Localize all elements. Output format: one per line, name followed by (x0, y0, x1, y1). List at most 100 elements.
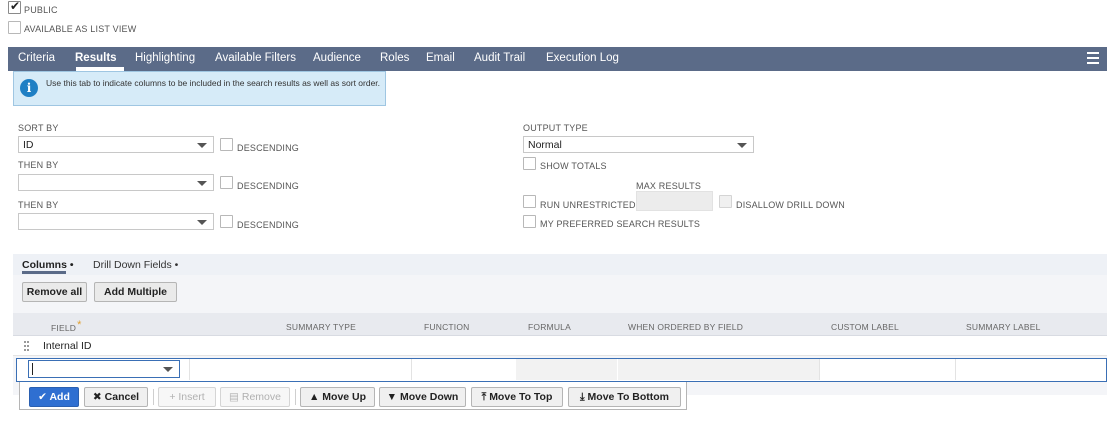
move-to-bottom-button[interactable]: ⤓ Move To Bottom (568, 387, 681, 407)
move-up-label: Move Up (322, 391, 367, 403)
descending-label: DESCENDING (237, 143, 300, 153)
then-by-1-descending-checkbox[interactable] (220, 176, 233, 189)
divider (295, 389, 296, 405)
divider (153, 389, 154, 405)
subtab-columns[interactable]: Columns • (22, 259, 74, 271)
edit-cell-summary-label[interactable] (955, 359, 1105, 380)
col-function: FUNCTION (424, 322, 470, 332)
edit-cell-when-ordered[interactable] (617, 359, 819, 380)
preferred-results-label: MY PREFERRED SEARCH RESULTS (540, 219, 701, 229)
output-type-select[interactable]: Normal (523, 136, 754, 153)
run-unrestricted-label: RUN UNRESTRICTED (540, 200, 636, 210)
chevron-down-icon (197, 220, 207, 225)
close-icon: ✖ (92, 391, 102, 403)
insert-label: Insert (178, 391, 205, 403)
list-view-label: AVAILABLE AS LIST VIEW (24, 24, 137, 34)
then-by-select-2[interactable] (18, 213, 214, 230)
trash-icon: ▤ (229, 391, 239, 403)
column-header-row: FIELD* SUMMARY TYPE FUNCTION FORMULA WHE… (13, 313, 1107, 336)
sublist-tabs: Columns • Drill Down Fields • (13, 254, 1107, 275)
cancel-button[interactable]: ✖ Cancel (84, 387, 148, 407)
output-type-value: Normal (528, 139, 562, 151)
sort-by-descending-checkbox[interactable] (220, 138, 233, 151)
info-box: i Use this tab to indicate columns to be… (13, 71, 386, 106)
add-button[interactable]: ✔ Add (29, 387, 79, 407)
then-by-select-1[interactable] (18, 174, 214, 191)
descending-label: DESCENDING (237, 220, 300, 230)
move-to-top-label: Move To Top (489, 391, 553, 403)
plus-icon: + (169, 391, 176, 403)
edit-cell-function[interactable] (411, 359, 515, 380)
add-multiple-button[interactable]: Add Multiple (94, 282, 177, 302)
then-by-2-descending-checkbox[interactable] (220, 215, 233, 228)
edit-cell-formula[interactable] (515, 359, 617, 380)
then-by-label: THEN BY (18, 200, 59, 210)
chevron-down-icon (163, 367, 173, 372)
text-caret (32, 363, 33, 375)
subtab-drill-down-fields[interactable]: Drill Down Fields • (93, 259, 178, 271)
table-row[interactable]: Internal ID (13, 336, 1107, 356)
row-field-value: Internal ID (43, 340, 92, 352)
menu-icon[interactable] (1087, 52, 1099, 64)
check-icon: ✔ (38, 391, 47, 403)
sort-by-select[interactable]: ID (18, 136, 214, 153)
col-custom-label: CUSTOM LABEL (831, 322, 899, 332)
chevron-down-icon (197, 143, 207, 148)
tab-criteria[interactable]: Criteria (18, 52, 55, 64)
tab-results[interactable]: Results (75, 52, 117, 64)
col-formula: FORMULA (528, 322, 571, 332)
descending-label: DESCENDING (237, 181, 300, 191)
move-down-label: Move Down (399, 391, 459, 403)
sort-by-label: SORT BY (18, 123, 59, 133)
tab-audit-trail[interactable]: Audit Trail (474, 52, 525, 64)
list-view-checkbox[interactable] (8, 21, 21, 34)
insert-button[interactable]: + Insert (158, 387, 216, 407)
then-by-label: THEN BY (18, 160, 59, 170)
remove-label: Remove (241, 391, 281, 403)
preferred-results-checkbox[interactable] (523, 215, 536, 228)
field-select[interactable] (28, 360, 180, 378)
disallow-drill-down-label: DISALLOW DRILL DOWN (736, 200, 845, 210)
required-icon: * (77, 319, 82, 331)
drag-handle-icon[interactable] (24, 341, 29, 351)
remove-all-button[interactable]: Remove all (22, 282, 87, 302)
tab-available-filters[interactable]: Available Filters (215, 52, 296, 64)
sort-by-value: ID (23, 139, 34, 151)
max-results-input[interactable] (636, 191, 713, 211)
arrow-down-icon: ▼ (386, 391, 398, 403)
col-when-ordered-by-field: WHEN ORDERED BY FIELD (628, 322, 744, 332)
tab-email[interactable]: Email (426, 52, 455, 64)
show-totals-label: SHOW TOTALS (540, 161, 607, 171)
cancel-label: Cancel (104, 391, 140, 403)
col-summary-type: SUMMARY TYPE (286, 322, 356, 332)
arrow-up-icon: ▲ (308, 391, 320, 403)
tab-audience[interactable]: Audience (313, 52, 361, 64)
active-subtab-indicator (22, 271, 66, 274)
info-icon: i (20, 79, 38, 97)
disallow-drill-down-checkbox[interactable] (719, 195, 732, 208)
arrow-top-icon: ⤒ (481, 391, 487, 403)
col-summary-label: SUMMARY LABEL (966, 322, 1041, 332)
tab-highlighting[interactable]: Highlighting (135, 52, 195, 64)
tab-bar: Criteria Results Highlighting Available … (8, 47, 1107, 71)
arrow-bottom-icon: ⤓ (579, 391, 585, 403)
run-unrestricted-checkbox[interactable] (523, 195, 536, 208)
move-to-top-button[interactable]: ⤒ Move To Top (471, 387, 563, 407)
chevron-down-icon (197, 181, 207, 186)
public-checkbox[interactable] (8, 0, 21, 14)
row-action-toolbar: ✔ Add ✖ Cancel + Insert ▤ Remove ▲ Move … (19, 382, 687, 410)
edit-cell-custom-label[interactable] (819, 359, 955, 380)
public-label: PUBLIC (24, 5, 58, 15)
max-results-label: MAX RESULTS (636, 181, 702, 191)
col-field: FIELD* (51, 319, 82, 334)
move-down-button[interactable]: ▼ Move Down (379, 387, 466, 407)
info-text: Use this tab to indicate columns to be i… (46, 78, 381, 88)
output-type-label: OUTPUT TYPE (523, 123, 588, 133)
tab-roles[interactable]: Roles (380, 52, 409, 64)
move-up-button[interactable]: ▲ Move Up (300, 387, 375, 407)
show-totals-checkbox[interactable] (523, 157, 536, 170)
add-label: Add (49, 391, 70, 403)
remove-button[interactable]: ▤ Remove (220, 387, 290, 407)
tab-execution-log[interactable]: Execution Log (546, 52, 619, 64)
edit-cell-summary-type[interactable] (189, 359, 411, 380)
